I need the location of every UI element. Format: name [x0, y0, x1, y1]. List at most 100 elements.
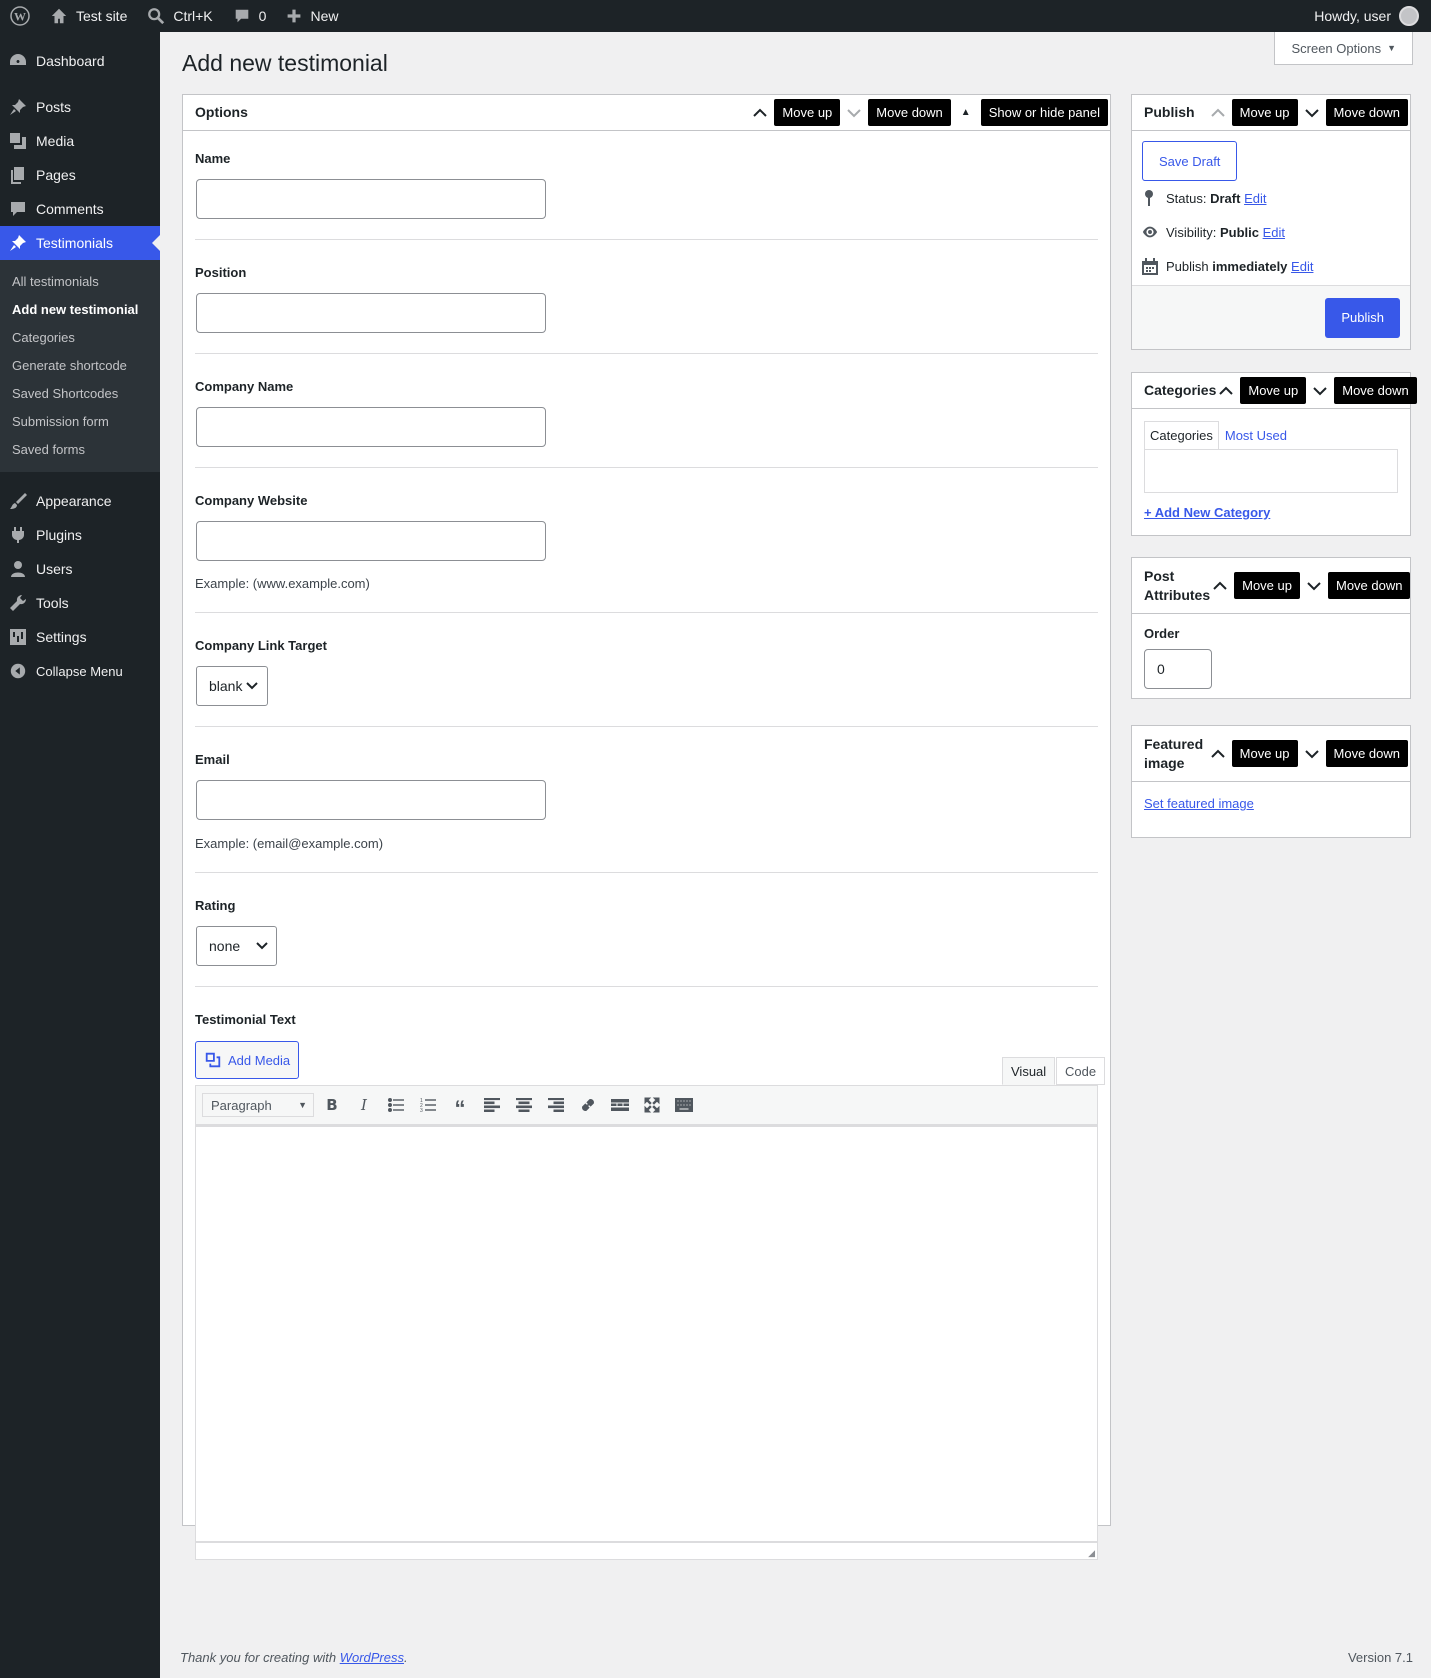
order-input[interactable]: 0	[1144, 649, 1212, 689]
menu-testimonials[interactable]: Testimonials	[0, 226, 160, 260]
publish-actions: Publish	[1132, 285, 1410, 349]
menu-comments[interactable]: Comments	[0, 192, 160, 226]
publish-value: immediately	[1212, 258, 1288, 274]
site-name-link[interactable]: Test site	[40, 0, 137, 32]
menu-label: Collapse Menu	[36, 663, 123, 679]
add-media-button[interactable]: Add Media	[195, 1041, 300, 1079]
comments-link[interactable]: 0	[223, 0, 277, 32]
email-field-group: Email	[195, 752, 1098, 767]
company-website-input[interactable]	[196, 521, 546, 561]
move-up-icon[interactable]	[1210, 576, 1230, 596]
move-up-icon[interactable]	[1208, 103, 1228, 123]
blockquote-icon[interactable]: “	[446, 1091, 474, 1120]
visibility-value: Public	[1219, 224, 1259, 240]
tab-code[interactable]: Code	[1056, 1057, 1106, 1085]
numbered-list-icon[interactable]: 123	[414, 1091, 442, 1119]
submenu-saved-shortcodes[interactable]: Saved Shortcodes	[0, 380, 160, 408]
edit-visibility-link[interactable]: Edit	[1263, 225, 1285, 240]
company-name-input[interactable]	[196, 407, 546, 447]
toggle-panel-icon[interactable]: ▲	[955, 107, 977, 118]
new-label: New	[310, 8, 339, 24]
fullscreen-icon[interactable]	[638, 1091, 666, 1119]
submenu-saved-forms[interactable]: Saved forms	[0, 436, 160, 464]
keyboard-icon[interactable]	[670, 1091, 698, 1119]
svg-text:3: 3	[420, 1108, 423, 1112]
menu-posts[interactable]: Posts	[0, 90, 160, 124]
rating-select[interactable]: none	[196, 926, 277, 966]
move-up-tooltip: Move up	[1231, 99, 1298, 126]
move-down-icon[interactable]	[1310, 381, 1330, 401]
email-label: Email	[195, 752, 230, 767]
menu-users[interactable]: Users	[0, 552, 160, 586]
read-more-icon[interactable]	[606, 1091, 634, 1119]
search-command[interactable]: Ctrl+K	[137, 0, 222, 32]
menu-appearance[interactable]: Appearance	[0, 484, 160, 518]
avatar	[1399, 6, 1419, 26]
category-checklist[interactable]	[1144, 449, 1398, 493]
move-down-icon[interactable]	[844, 103, 864, 123]
publish-button[interactable]: Publish	[1325, 297, 1400, 338]
menu-tools[interactable]: Tools	[0, 586, 160, 620]
format-select[interactable]: Paragraph ▼	[202, 1093, 314, 1117]
order-label: Order	[1144, 626, 1180, 641]
wordpress-logo-icon[interactable]: W	[0, 0, 40, 32]
bulleted-list-icon[interactable]	[382, 1091, 410, 1119]
move-up-icon[interactable]	[750, 103, 770, 123]
name-label: Name	[195, 151, 231, 166]
move-down-icon[interactable]	[1302, 103, 1322, 123]
name-input[interactable]	[196, 179, 546, 219]
submenu-categories[interactable]: Categories	[0, 324, 160, 352]
link-icon[interactable]	[574, 1091, 602, 1119]
add-new-category-link[interactable]: + Add New Category	[1144, 505, 1270, 520]
menu-media[interactable]: Media	[0, 124, 160, 158]
submenu-generate-shortcode[interactable]: Generate shortcode	[0, 352, 160, 380]
resize-handle-icon[interactable]: ◢	[1088, 1548, 1095, 1559]
email-input[interactable]	[196, 780, 546, 820]
bold-icon[interactable]: B	[318, 1091, 346, 1119]
wordpress-link[interactable]: WordPress	[340, 1650, 404, 1665]
align-right-icon[interactable]	[542, 1091, 570, 1119]
menu-pages[interactable]: Pages	[0, 158, 160, 192]
post-attributes-title: Post Attributes	[1144, 567, 1211, 603]
featured-image-header: Featured image Move up Move down	[1132, 726, 1410, 782]
menu-settings[interactable]: Settings	[0, 620, 160, 654]
align-left-icon[interactable]	[478, 1091, 506, 1119]
collapse-icon	[8, 661, 28, 681]
move-down-icon[interactable]	[1302, 744, 1322, 764]
screen-options-button[interactable]: Screen Options ▼	[1274, 32, 1413, 65]
new-content-link[interactable]: New	[276, 0, 348, 32]
company-name-field-group: Company Name	[195, 379, 1098, 394]
tab-visual[interactable]: Visual	[1002, 1057, 1056, 1085]
pin-icon	[1142, 189, 1158, 207]
set-featured-image-link[interactable]: Set featured image	[1144, 796, 1254, 811]
move-down-tooltip: Move down	[1325, 740, 1408, 767]
settings-icon	[8, 627, 28, 647]
move-up-icon[interactable]	[1208, 744, 1228, 764]
tab-all-categories[interactable]: Categories	[1144, 421, 1219, 449]
move-down-icon[interactable]	[1304, 576, 1324, 596]
divider	[195, 353, 1098, 354]
position-input[interactable]	[196, 293, 546, 333]
submenu-submission-form[interactable]: Submission form	[0, 408, 160, 436]
submenu-all-testimonials[interactable]: All testimonials	[0, 268, 160, 296]
edit-status-link[interactable]: Edit	[1244, 191, 1266, 206]
publish-date-row: Publish immediately Edit	[1142, 249, 1400, 283]
menu-plugins[interactable]: Plugins	[0, 518, 160, 552]
my-account[interactable]: Howdy, user	[1314, 6, 1431, 26]
footer-version: Version 7.1	[1347, 1650, 1413, 1665]
link-target-select[interactable]: blank	[196, 666, 268, 706]
italic-icon[interactable]: I	[350, 1091, 378, 1119]
move-up-icon[interactable]	[1216, 381, 1236, 401]
menu-dashboard[interactable]: Dashboard	[0, 44, 160, 78]
save-draft-button[interactable]: Save Draft	[1142, 141, 1238, 181]
collapse-menu-button[interactable]: Collapse Menu	[0, 654, 160, 688]
search-icon	[147, 7, 165, 25]
comment-icon	[233, 7, 251, 25]
divider	[195, 612, 1098, 613]
tab-most-used[interactable]: Most Used	[1218, 421, 1294, 449]
divider	[195, 467, 1098, 468]
edit-publish-date-link[interactable]: Edit	[1291, 259, 1313, 274]
align-center-icon[interactable]	[510, 1091, 538, 1119]
editor-content-area[interactable]	[195, 1125, 1098, 1542]
submenu-add-new-testimonial[interactable]: Add new testimonial	[0, 296, 160, 324]
